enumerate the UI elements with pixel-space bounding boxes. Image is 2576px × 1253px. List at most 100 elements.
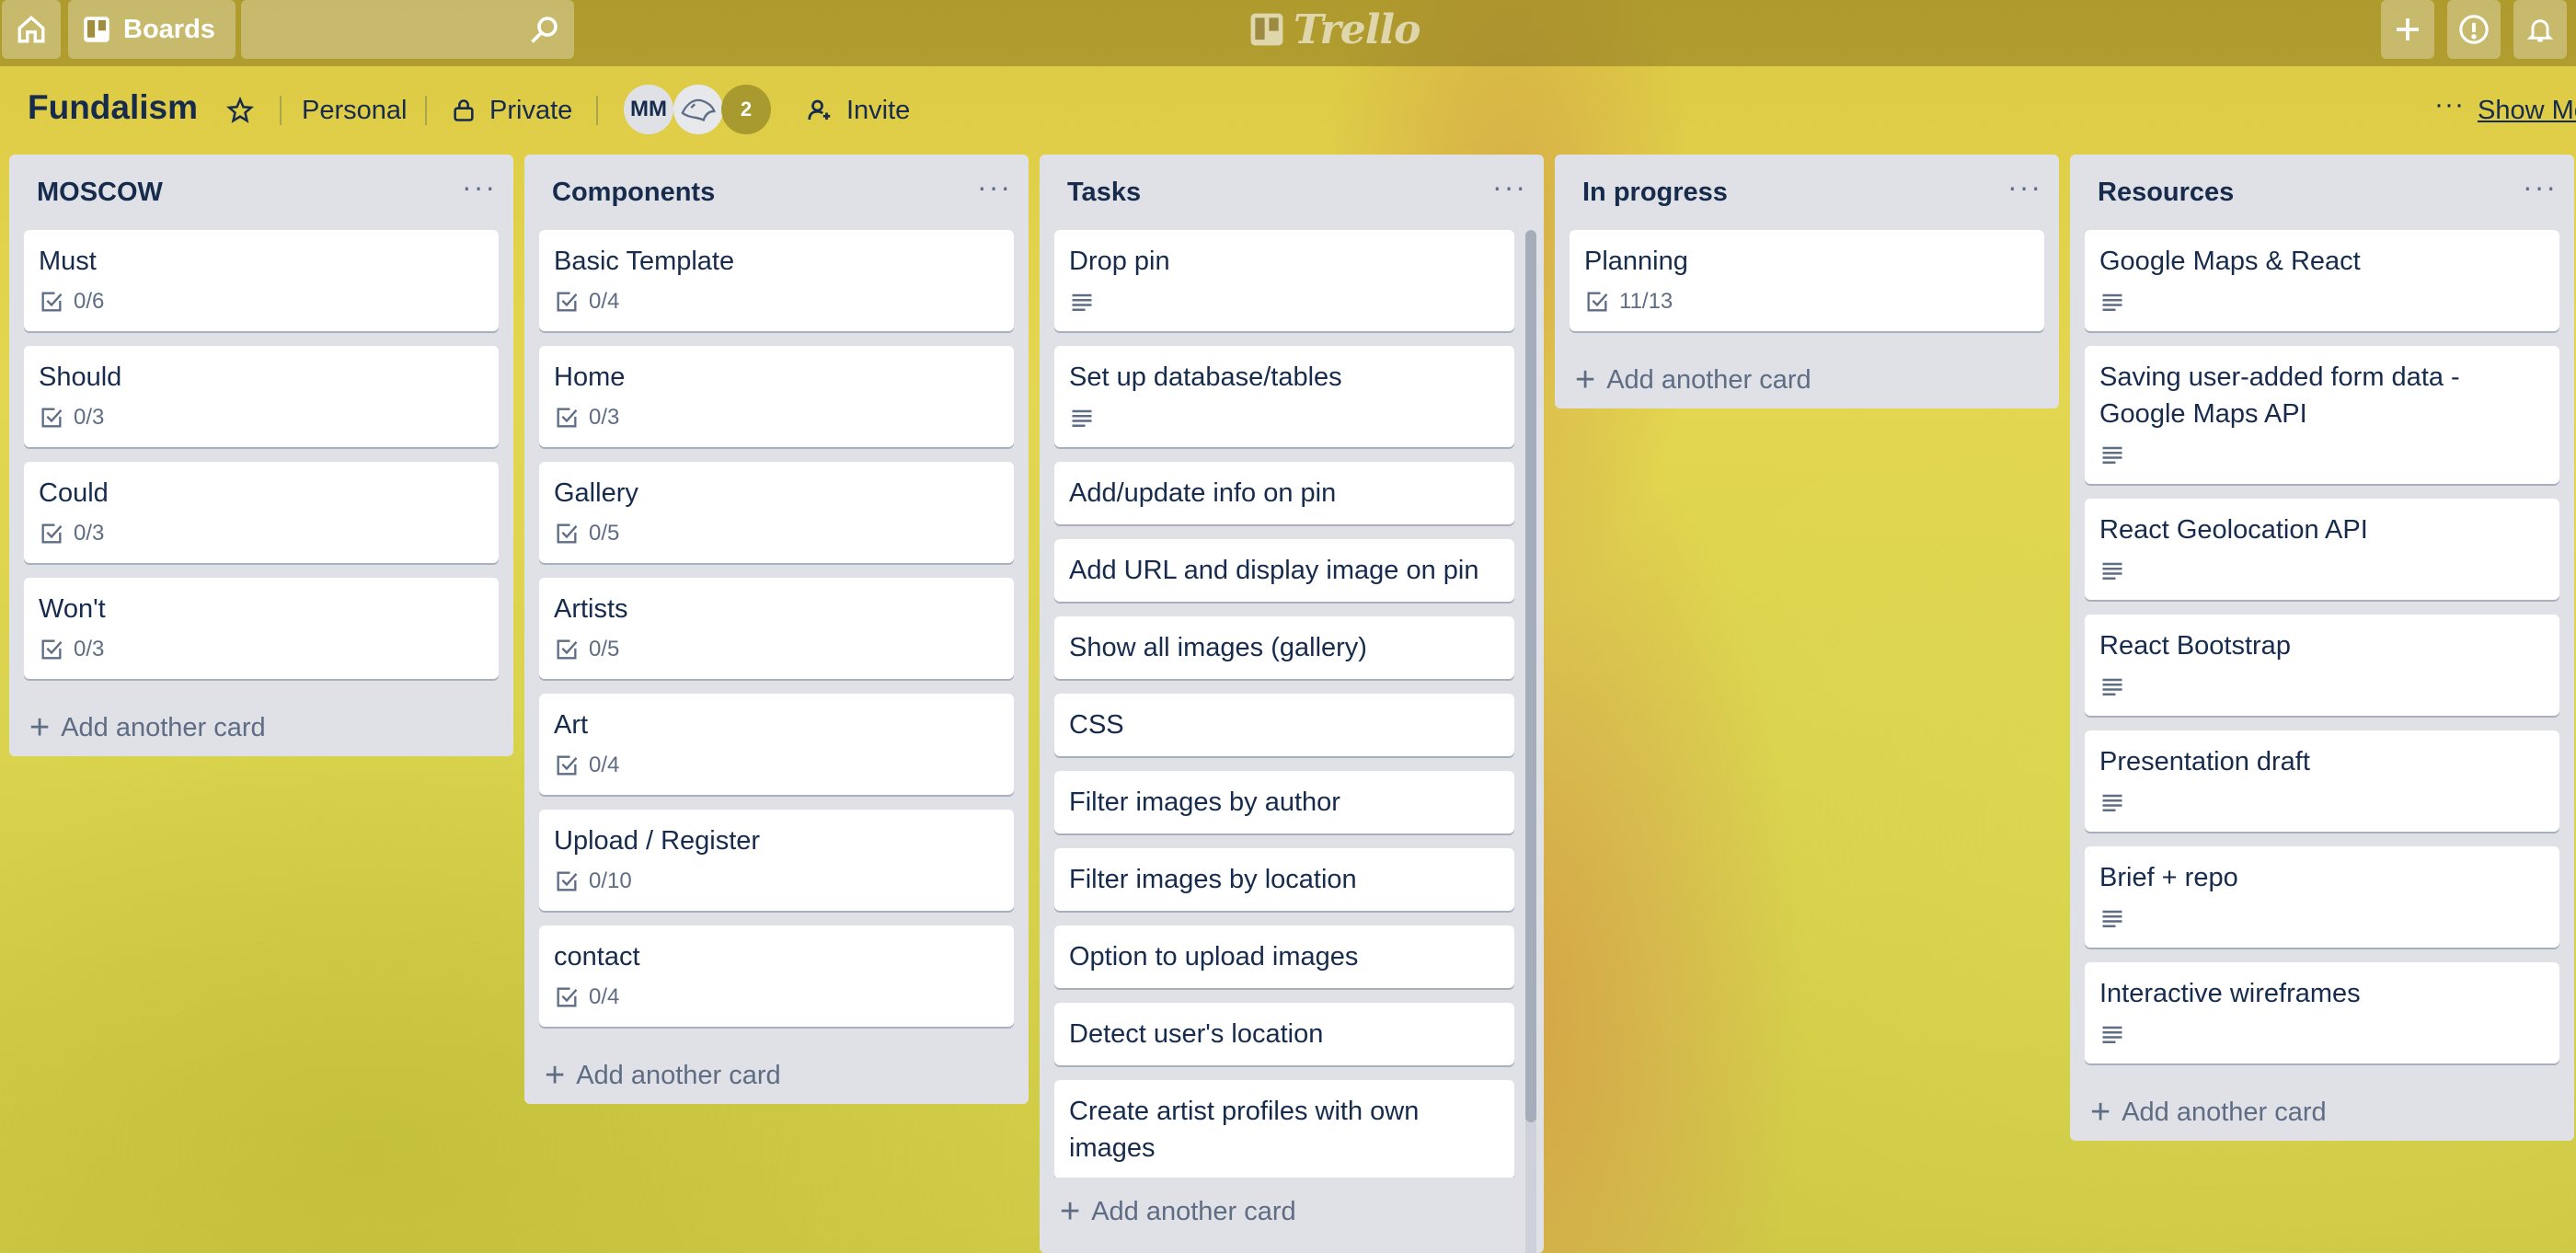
card[interactable]: CSS [1054,694,1514,756]
card[interactable]: Brief + repo [2085,846,2559,948]
card-title: Basic Template [554,247,735,276]
member-count-badge[interactable]: 2 [721,85,771,134]
list-menu-icon[interactable]: ··· [462,172,497,207]
card[interactable]: React Geolocation API [2085,499,2559,600]
checklist-icon [41,523,63,544]
list-menu-icon[interactable]: ··· [2523,172,2558,207]
card-title: Show all images (gallery) [1069,633,1367,662]
description-badge [1069,285,1500,318]
add-card-button[interactable]: + Add another card [524,1041,1029,1104]
create-button[interactable] [2381,0,2434,59]
card-title: Presentation draft [2099,747,2310,776]
description-badge [2099,902,2545,935]
checklist-icon [557,292,578,312]
list-header: In progress ··· [1555,155,2059,230]
list-title[interactable]: MOSCOW [37,178,163,208]
add-card-button[interactable]: + Add another card [1555,346,2059,408]
checklist-icon [557,523,578,544]
card-title: Should [39,362,122,392]
scrollbar[interactable] [1525,230,1536,1253]
card[interactable]: Interactive wireframes [2085,962,2559,1063]
card[interactable]: Won't 0/3 [24,578,499,679]
header-divider [425,96,427,125]
notifications-button[interactable] [2513,0,2567,59]
team-visibility-button[interactable]: Personal [302,90,407,131]
avatar[interactable]: MM [624,85,673,134]
card-title: React Bootstrap [2099,631,2291,661]
add-card-button[interactable]: + Add another card [2070,1078,2574,1141]
checklist-badge: 0/5 [554,633,999,666]
card[interactable]: Basic Template 0/4 [539,230,1014,331]
checklist-icon [41,408,63,428]
card[interactable]: Option to upload images [1054,925,1514,988]
card[interactable]: Show all images (gallery) [1054,616,1514,679]
home-button[interactable] [2,0,61,59]
list-title[interactable]: Resources [2098,178,2234,208]
plus-icon: + [2090,1093,2111,1132]
card[interactable]: Presentation draft [2085,730,2559,832]
list-menu-icon[interactable]: ··· [2007,172,2042,207]
card[interactable]: Google Maps & React [2085,230,2559,331]
card[interactable]: Should 0/3 [24,346,499,447]
checklist-badge: 0/5 [554,517,999,550]
checklist-icon [557,639,578,660]
top-header: Boards Trello [0,0,2576,66]
search-icon [531,17,558,43]
description-badge [2099,285,2545,318]
card[interactable]: React Bootstrap [2085,615,2559,716]
boards-button[interactable]: Boards [68,0,236,59]
scrollbar-thumb[interactable] [1525,230,1536,1122]
avatar[interactable] [673,85,723,134]
card[interactable]: Art 0/4 [539,694,1014,795]
description-badge [2099,1017,2545,1051]
card-title: Home [554,362,626,392]
show-menu-button[interactable]: ··· Show Menu [2434,90,2576,131]
card[interactable]: Artists 0/5 [539,578,1014,679]
card[interactable]: Filter images by location [1054,848,1514,911]
trello-logo[interactable]: Trello [1249,6,1420,53]
add-card-button[interactable]: + Add another card [1040,1178,1544,1240]
list-menu-icon[interactable]: ··· [1492,172,1527,207]
card[interactable]: Create artist profiles with own images [1054,1080,1514,1178]
card-title: Set up database/tables [1069,362,1342,392]
card[interactable]: Planning 11/13 [1570,230,2044,331]
list-title[interactable]: Tasks [1067,178,1141,208]
show-menu-label: Show Menu [2477,95,2576,125]
privacy-button[interactable]: Private [451,90,572,131]
header-divider [596,96,598,125]
card-title: Upload / Register [554,826,761,856]
checklist-count: 0/3 [589,405,620,430]
card[interactable]: Detect user's location [1054,1003,1514,1065]
card[interactable]: Could 0/3 [24,462,499,563]
card[interactable]: Home 0/3 [539,346,1014,447]
board-title[interactable]: Fundalism [28,88,198,127]
card[interactable]: Add/update info on pin [1054,462,1514,524]
list-title[interactable]: Components [552,178,715,208]
add-card-label: Add another card [61,712,266,742]
card[interactable]: Must 0/6 [24,230,499,331]
checklist-count: 0/3 [74,521,105,546]
search-input[interactable] [241,0,574,59]
star-button[interactable] [226,90,254,131]
team-visibility-label: Personal [302,95,408,125]
invite-button[interactable]: Invite [806,90,910,131]
description-icon [2102,446,2122,465]
checklist-icon [557,871,578,891]
list-menu-icon[interactable]: ··· [977,172,1012,207]
avatar-image-icon [681,98,716,122]
card[interactable]: Saving user-added form data - Google Map… [2085,346,2559,484]
list-title[interactable]: In progress [1582,178,1728,208]
privacy-label: Private [489,95,573,125]
card[interactable]: contact 0/4 [539,925,1014,1027]
bell-icon [2526,19,2554,42]
card[interactable]: Filter images by author [1054,771,1514,833]
add-card-button[interactable]: + Add another card [9,694,513,756]
card[interactable]: Set up database/tables [1054,346,1514,447]
card[interactable]: Add URL and display image on pin [1054,539,1514,602]
card[interactable]: Upload / Register 0/10 [539,810,1014,911]
checklist-icon [1587,292,1608,312]
description-icon [2102,293,2122,312]
card[interactable]: Drop pin [1054,230,1514,331]
card[interactable]: Gallery 0/5 [539,462,1014,563]
info-button[interactable] [2447,0,2501,59]
